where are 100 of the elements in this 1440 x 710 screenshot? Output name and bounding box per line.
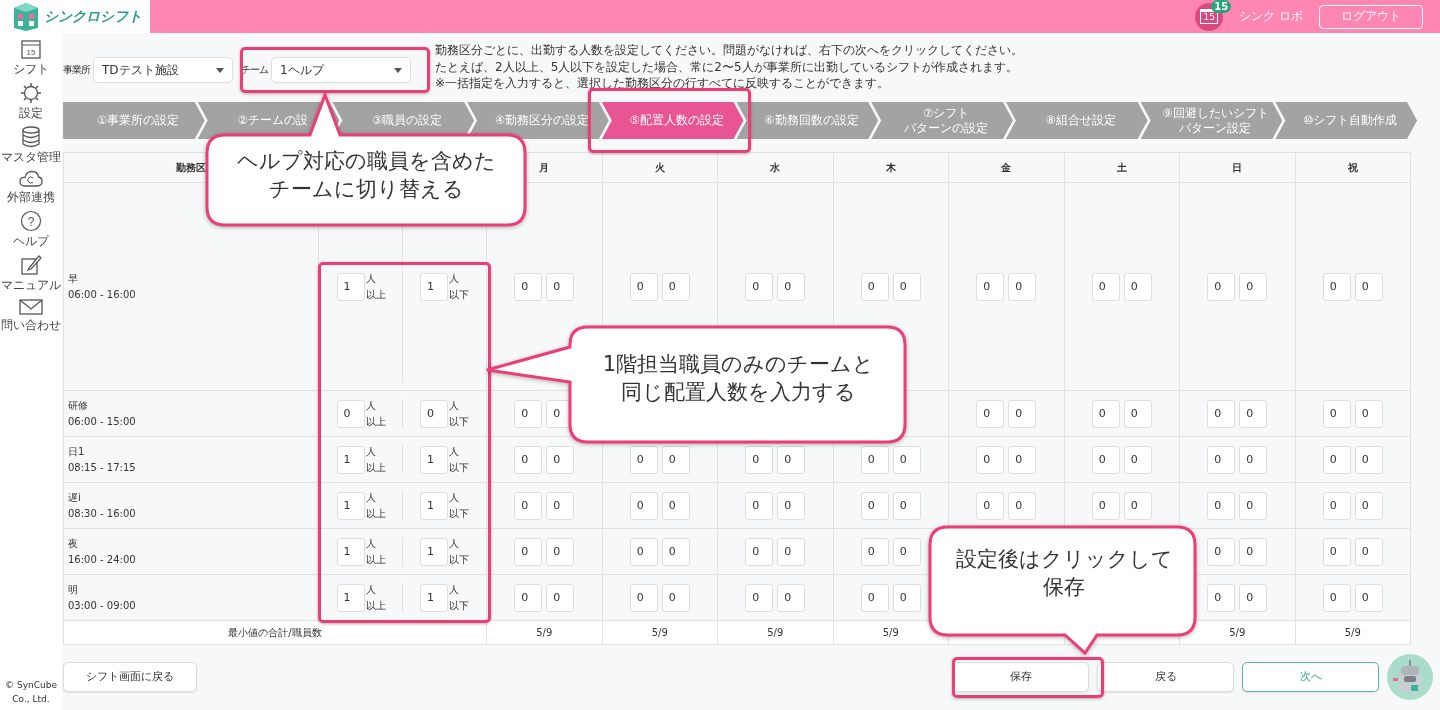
number-field[interactable]: 0 bbox=[546, 272, 575, 301]
number-field[interactable]: 1 bbox=[420, 537, 448, 566]
number-field[interactable]: 0 bbox=[420, 399, 448, 428]
number-field[interactable]: 0 bbox=[661, 491, 690, 520]
number-field[interactable]: 0 bbox=[514, 537, 543, 566]
number-field[interactable]: 0 bbox=[1207, 272, 1236, 301]
number-field[interactable]: 0 bbox=[892, 537, 921, 566]
number-field[interactable]: 0 bbox=[514, 399, 543, 428]
number-field[interactable]: 0 bbox=[892, 272, 921, 301]
sidebar-item[interactable]: 15 シフト bbox=[13, 38, 49, 78]
number-field[interactable]: 0 bbox=[629, 272, 658, 301]
number-field[interactable]: 0 bbox=[892, 491, 921, 520]
number-field[interactable]: 0 bbox=[1322, 583, 1351, 612]
number-field[interactable]: 0 bbox=[976, 399, 1005, 428]
number-field[interactable]: 1 bbox=[420, 272, 448, 301]
number-field[interactable]: 0 bbox=[777, 445, 806, 474]
number-field[interactable]: 1 bbox=[336, 537, 365, 566]
number-field[interactable]: 0 bbox=[1123, 399, 1152, 428]
number-field[interactable]: 0 bbox=[745, 491, 774, 520]
number-field[interactable]: 0 bbox=[777, 491, 806, 520]
number-field[interactable]: 0 bbox=[745, 272, 774, 301]
sidebar-item[interactable]: マスタ管理 bbox=[1, 126, 61, 166]
number-field[interactable]: 0 bbox=[1322, 537, 1351, 566]
number-field[interactable]: 0 bbox=[1322, 399, 1351, 428]
number-field[interactable]: 0 bbox=[514, 583, 543, 612]
number-field[interactable]: 0 bbox=[892, 445, 921, 474]
number-field[interactable]: 0 bbox=[1322, 445, 1351, 474]
number-field[interactable]: 0 bbox=[745, 583, 774, 612]
number-field[interactable]: 0 bbox=[745, 445, 774, 474]
number-field[interactable]: 0 bbox=[661, 445, 690, 474]
number-field[interactable]: 0 bbox=[629, 445, 658, 474]
number-field[interactable]: 0 bbox=[1008, 272, 1037, 301]
number-field[interactable]: 0 bbox=[1239, 537, 1268, 566]
number-field[interactable]: 1 bbox=[420, 491, 448, 520]
number-field[interactable]: 0 bbox=[1091, 272, 1120, 301]
number-field[interactable]: 0 bbox=[1354, 272, 1383, 301]
robot-avatar-icon[interactable] bbox=[1387, 654, 1433, 700]
number-field[interactable]: 0 bbox=[1207, 491, 1236, 520]
number-field[interactable]: 0 bbox=[860, 583, 889, 612]
number-field[interactable]: 0 bbox=[1207, 445, 1236, 474]
number-field[interactable]: 0 bbox=[777, 537, 806, 566]
back-button[interactable]: 戻る bbox=[1097, 662, 1234, 692]
number-field[interactable]: 0 bbox=[336, 399, 365, 428]
number-field[interactable]: 0 bbox=[976, 272, 1005, 301]
sidebar-item[interactable]: 外部連携 bbox=[7, 170, 55, 206]
number-field[interactable]: 0 bbox=[1239, 399, 1268, 428]
number-field[interactable]: 0 bbox=[1207, 583, 1236, 612]
number-field[interactable]: 0 bbox=[1008, 491, 1037, 520]
number-field[interactable]: 0 bbox=[629, 537, 658, 566]
sidebar-item[interactable]: 設定 bbox=[19, 82, 43, 122]
number-field[interactable]: 0 bbox=[1123, 491, 1152, 520]
number-field[interactable]: 0 bbox=[1207, 399, 1236, 428]
number-field[interactable]: 0 bbox=[860, 491, 889, 520]
number-field[interactable]: 0 bbox=[1008, 399, 1037, 428]
sidebar-item[interactable]: マニュアル bbox=[1, 254, 61, 294]
number-field[interactable]: 0 bbox=[514, 272, 543, 301]
number-field[interactable]: 0 bbox=[777, 272, 806, 301]
sidebar-item[interactable]: 問い合わせ bbox=[1, 298, 61, 334]
number-field[interactable]: 0 bbox=[860, 445, 889, 474]
number-field[interactable]: 0 bbox=[661, 583, 690, 612]
number-field[interactable]: 0 bbox=[1091, 399, 1120, 428]
number-field[interactable]: 0 bbox=[1354, 537, 1383, 566]
number-field[interactable]: 0 bbox=[629, 491, 658, 520]
number-field[interactable]: 0 bbox=[514, 491, 543, 520]
number-field[interactable]: 0 bbox=[976, 491, 1005, 520]
number-field[interactable]: 0 bbox=[514, 445, 543, 474]
number-field[interactable]: 0 bbox=[661, 537, 690, 566]
number-field[interactable]: 0 bbox=[1123, 445, 1152, 474]
number-field[interactable]: 1 bbox=[336, 583, 365, 612]
number-field[interactable]: 0 bbox=[1354, 583, 1383, 612]
number-field[interactable]: 0 bbox=[546, 445, 575, 474]
dropdown-field[interactable]: TDテスト施設 bbox=[93, 57, 233, 83]
number-field[interactable]: 0 bbox=[1123, 272, 1152, 301]
number-field[interactable]: 0 bbox=[1091, 491, 1120, 520]
number-field[interactable]: 1 bbox=[420, 583, 448, 612]
number-field[interactable]: 0 bbox=[745, 537, 774, 566]
number-field[interactable]: 0 bbox=[1207, 537, 1236, 566]
number-field[interactable]: 0 bbox=[892, 583, 921, 612]
number-field[interactable]: 0 bbox=[1008, 445, 1037, 474]
sidebar-item[interactable]: ? ヘルプ bbox=[13, 210, 49, 250]
number-field[interactable]: 1 bbox=[420, 445, 448, 474]
number-field[interactable]: 0 bbox=[1239, 445, 1268, 474]
dropdown-field[interactable]: 1ヘルプ bbox=[271, 57, 411, 83]
number-field[interactable]: 1 bbox=[336, 445, 365, 474]
number-field[interactable]: 0 bbox=[1239, 491, 1268, 520]
number-field[interactable]: 0 bbox=[860, 537, 889, 566]
number-field[interactable]: 0 bbox=[976, 445, 1005, 474]
back-to-shift-button[interactable]: シフト画面に戻る bbox=[63, 662, 197, 692]
number-field[interactable]: 1 bbox=[336, 491, 365, 520]
number-field[interactable]: 0 bbox=[1322, 491, 1351, 520]
number-field[interactable]: 0 bbox=[546, 491, 575, 520]
number-field[interactable]: 0 bbox=[777, 583, 806, 612]
number-field[interactable]: 0 bbox=[546, 537, 575, 566]
number-field[interactable]: 0 bbox=[1239, 583, 1268, 612]
number-field[interactable]: 0 bbox=[1322, 272, 1351, 301]
number-field[interactable]: 0 bbox=[546, 583, 575, 612]
number-field[interactable]: 0 bbox=[1354, 445, 1383, 474]
number-field[interactable]: 1 bbox=[336, 272, 365, 301]
number-field[interactable]: 0 bbox=[860, 272, 889, 301]
number-field[interactable]: 0 bbox=[1091, 445, 1120, 474]
